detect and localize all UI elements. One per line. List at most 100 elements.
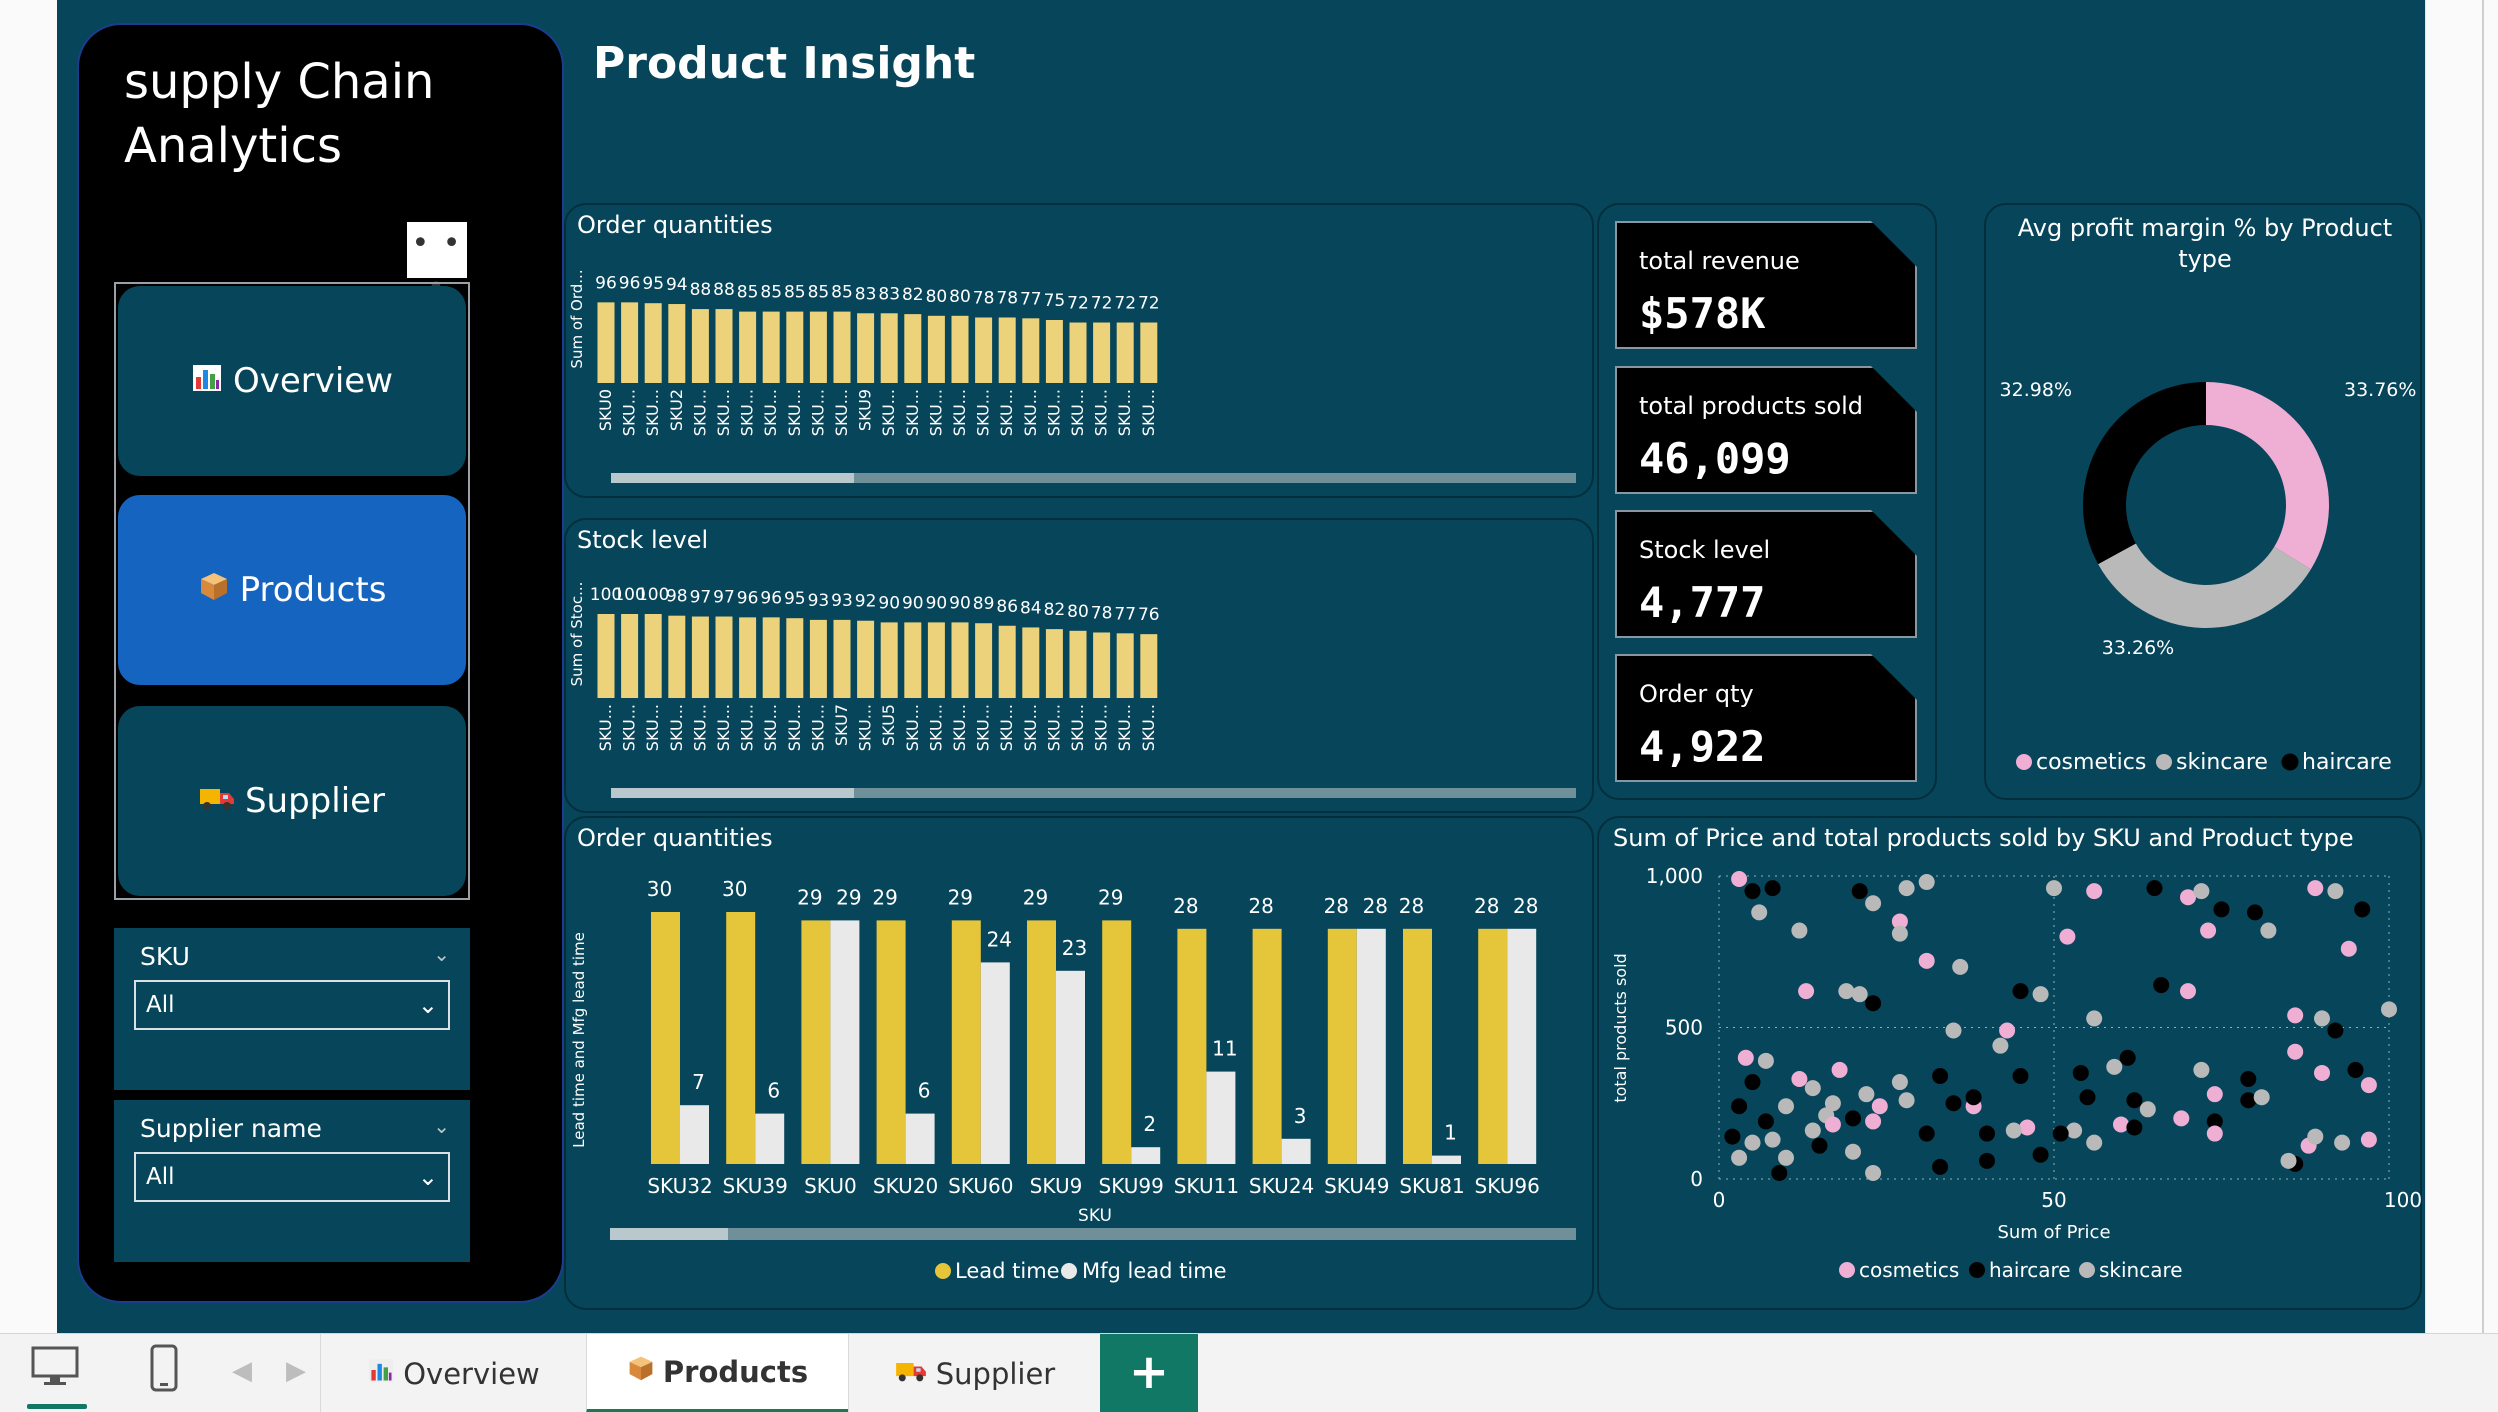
legend-label: haircare [2302,750,2392,775]
data-label: 80 [926,287,948,307]
lead-time-chart: Lead time and Mfg lead time307SKU32306SK… [570,877,1576,1283]
lead-time-bar [1027,920,1056,1164]
tab-supplier-label: Supplier [935,1356,1056,1391]
sku-dropdown[interactable]: All ⌄ [134,980,450,1030]
supplier-dropdown[interactable]: All ⌄ [134,1152,450,1202]
bar [951,622,969,698]
x-tick-label: SKU99 [1099,1174,1164,1198]
skincare-point [1764,1131,1781,1148]
legend-swatch [1839,1262,1855,1278]
data-label: 89 [973,594,995,614]
right-gutter [2425,0,2498,1333]
data-label: 93 [831,591,853,611]
data-label: 29 [836,885,861,909]
data-label: 85 [808,283,830,303]
bar [739,617,757,698]
bar [998,625,1016,698]
tab-products[interactable]: Products [586,1334,848,1412]
add-page-button[interactable]: + [1100,1334,1198,1412]
bar [880,313,898,383]
data-label: 28 [1248,894,1273,918]
bar [904,622,922,698]
desktop-icon[interactable] [30,1344,80,1398]
x-tick-label: SKU20 [873,1174,938,1198]
skincare-point [1838,983,1855,1000]
bar [809,619,827,698]
cosmetics-point [2180,983,2196,1000]
data-label: 88 [713,280,735,300]
mfg-lead-time-bar [1507,928,1537,1164]
haircare-point [2012,1067,2029,1084]
x-tick-label: SKU7 [832,704,851,746]
tab-overview[interactable]: Overview [320,1334,586,1412]
chevron-down-icon: ⌄ [417,991,438,1019]
kpi-value: 4,922 [1639,722,1766,771]
data-label: 32.98% [2000,379,2072,401]
nav-supplier-button[interactable]: Supplier [118,706,466,896]
truck-icon [199,781,235,821]
skincare-point [2260,922,2277,939]
bar [597,302,615,383]
skincare-point [1891,1074,1908,1091]
bar [786,618,804,698]
cosmetics-point [2086,883,2103,900]
skincare-point [1865,1164,1882,1181]
cosmetics-point [2059,928,2076,945]
x-tick-label: SKU24 [1249,1174,1314,1198]
y-tick-label: 0 [1690,1167,1703,1191]
chevron-right-icon[interactable]: ▶ [286,1356,306,1386]
bar [691,309,709,383]
data-label: 28 [1173,894,1198,918]
skincare-point [1751,904,1768,921]
kpi-order-qty: Order qty 4,922 [1615,654,1917,782]
haircare-point [2126,1092,2143,1109]
skincare-point [1744,1134,1761,1151]
app-title-line1: supply Chain [124,54,435,110]
haircare-point [1811,1137,1828,1154]
mfg-lead-time-bar [1356,928,1386,1164]
x-tick-label: SKU... [1068,389,1087,436]
profit-margin-chart: 33.76% 33.26% 32.98% cosmetics skincare hairc… [2000,379,2417,775]
x-tick-label: SKU0 [804,1174,857,1198]
nav-products-button[interactable]: Products [118,495,466,685]
x-tick-label: SKU... [974,389,993,436]
more-options-button[interactable]: • • • [407,222,467,305]
data-label: 29 [797,885,822,909]
data-label: 97 [690,588,712,608]
haircare-point [1965,1089,1982,1106]
x-tick-label: SKU... [714,389,733,436]
nav-overview-button[interactable]: Overview [118,286,466,476]
bar [833,619,851,698]
app-title: supply Chain Analytics [124,50,444,178]
scrollbar-thumb [611,473,854,483]
data-label: 95 [784,589,806,609]
cosmetics-point [1831,1061,1848,1078]
cosmetics-point [1865,1113,1882,1130]
x-tick-label: SKU... [1092,704,1111,751]
bar [809,311,827,383]
x-tick-label: SKU... [667,704,686,751]
x-tick-label: SKU... [974,704,993,751]
cosmetics-point [2340,940,2357,957]
chevron-down-icon[interactable]: ⌄ [433,942,450,966]
data-label: 28 [1513,894,1538,918]
chevron-down-icon[interactable]: ⌄ [433,1114,450,1138]
data-label: 28 [1363,894,1388,918]
phone-icon[interactable] [148,1344,180,1404]
haircare-point [2146,880,2163,897]
data-label: 30 [722,877,747,901]
vertical-scrollbar[interactable] [2482,0,2484,1333]
data-label: 98 [666,587,688,607]
bar [904,314,922,383]
skincare-point [1851,986,1868,1003]
cosmetics-point [2314,1064,2330,1081]
chevron-left-icon[interactable]: ◀ [232,1356,252,1386]
x-tick-label: SKU... [785,389,804,436]
tab-supplier[interactable]: Supplier [848,1334,1100,1412]
data-label: 28 [1399,894,1424,918]
scatter-chart: 0 500 1,000 0 50 100 total products sold Sum of… [1611,864,2422,1282]
skincare-point [1791,922,1808,939]
x-tick-label: SKU... [1115,389,1134,436]
data-label: 96 [619,273,641,293]
data-label: 30 [647,877,672,901]
